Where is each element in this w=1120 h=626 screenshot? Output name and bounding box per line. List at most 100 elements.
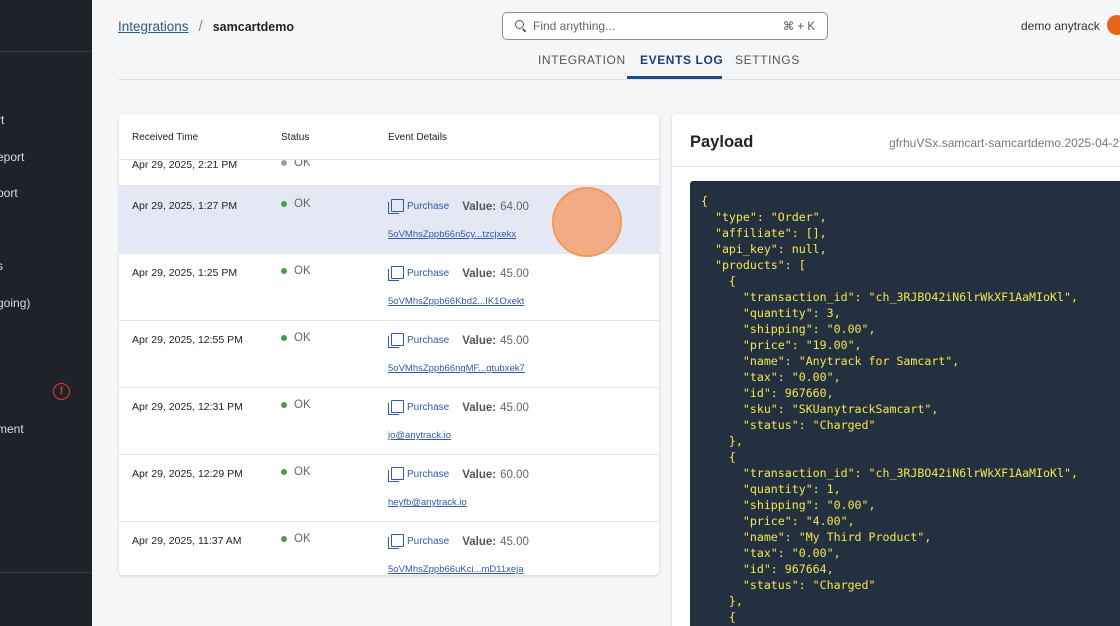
event-id-link[interactable]: 5oVMhsZppb66ngMF...gtubxek7 [388, 363, 525, 374]
event-value: 60.00 [500, 468, 529, 481]
table-header: Received Time Status Event Details [119, 114, 659, 160]
row-time: Apr 29, 2025, 12:55 PM [132, 334, 243, 346]
sidebar-item-3[interactable]: port [0, 186, 18, 200]
event-id-link[interactable]: 5oVMhsZppb66uKci...mD11xeja [388, 564, 524, 575]
copy-icon[interactable] [388, 333, 404, 348]
event-detail: Purchase Value: 45.00 [388, 400, 529, 415]
event-id-link[interactable]: 5oVMhsZppb66n5cy...tzcjxekx [388, 229, 516, 240]
row-status: OK [281, 332, 311, 344]
copy-icon[interactable] [388, 534, 404, 549]
sidebar: rt eport port s going) ! ment [0, 0, 92, 626]
copy-icon[interactable] [388, 199, 404, 214]
status-label: OK [294, 533, 311, 545]
avatar[interactable] [1107, 15, 1120, 35]
row-status: OK [281, 466, 311, 478]
event-name: Purchase [407, 536, 450, 547]
status-dot-icon [281, 201, 287, 207]
breadcrumb-integrations-link[interactable]: Integrations [118, 19, 189, 34]
payload-divider [672, 166, 1120, 167]
event-name: Purchase [407, 335, 450, 346]
sidebar-divider-bottom [0, 572, 92, 573]
copy-icon[interactable] [388, 400, 404, 415]
row-status: OK [281, 399, 311, 411]
event-detail: Purchase Value: 60.00 [388, 467, 529, 482]
table-row[interactable]: Apr 29, 2025, 2:21 PM OK [119, 160, 659, 186]
event-detail: Purchase Value: 45.00 [388, 534, 529, 549]
event-name: Purchase [407, 268, 450, 279]
payload-json-code[interactable]: { "type": "Order", "affiliate": [], "api… [690, 181, 1120, 626]
user-name[interactable]: demo anytrack [1021, 19, 1100, 33]
event-value: 45.00 [500, 334, 529, 347]
status-dot-icon [281, 402, 287, 408]
alert-icon: ! [53, 383, 70, 400]
value-label: Value: [462, 401, 497, 414]
breadcrumb: Integrations / samcartdemo [118, 18, 294, 35]
tab-integration[interactable]: INTEGRATION [538, 53, 626, 67]
search-placeholder: Find anything... [533, 19, 616, 33]
main-content: Integrations / samcartdemo Find anything… [92, 0, 1120, 626]
events-table: Received Time Status Event Details Apr 2… [119, 114, 659, 575]
event-id-link[interactable]: 5oVMhsZppb66Kbd2...IK1Oxekt [388, 296, 524, 307]
copy-icon[interactable] [388, 266, 404, 281]
row-time: Apr 29, 2025, 12:29 PM [132, 468, 243, 480]
event-id-link[interactable]: heyfb@anytrack.io [388, 497, 467, 508]
row-status: OK [281, 160, 311, 169]
row-time: Apr 29, 2025, 12:31 PM [132, 401, 243, 413]
event-detail: Purchase Value: 45.00 [388, 333, 529, 348]
sidebar-item-5[interactable]: going) [0, 296, 30, 310]
event-value: 64.00 [500, 200, 529, 213]
search-input[interactable]: Find anything... ⌘ + K [502, 12, 828, 40]
value-label: Value: [462, 200, 497, 213]
click-indicator [552, 187, 622, 257]
event-detail: Purchase Value: 64.00 [388, 199, 529, 214]
table-row[interactable]: Apr 29, 2025, 12:31 PM OK Purchase Value… [119, 388, 659, 455]
status-label: OK [294, 160, 311, 169]
payload-filename: gfrhuVSx.samcart-samcartdemo.2025-04-29T [889, 136, 1120, 150]
search-shortcut: ⌘ + K [782, 21, 815, 33]
column-header-received-time: Received Time [132, 132, 199, 143]
status-dot-icon [281, 268, 287, 274]
breadcrumb-current: samcartdemo [212, 19, 295, 34]
value-label: Value: [462, 535, 497, 548]
tab-bar: INTEGRATION EVENTS LOG SETTINGS [118, 42, 1120, 80]
event-name: Purchase [407, 469, 450, 480]
sidebar-divider [0, 51, 92, 52]
event-value: 45.00 [500, 267, 529, 280]
search-icon [515, 20, 527, 32]
row-status: OK [281, 533, 311, 545]
status-dot-icon [281, 536, 287, 542]
event-detail: Purchase Value: 45.00 [388, 266, 529, 281]
row-time: Apr 29, 2025, 1:27 PM [132, 200, 238, 212]
value-label: Value: [462, 468, 497, 481]
table-row[interactable]: Apr 29, 2025, 12:29 PM OK Purchase Value… [119, 455, 659, 522]
status-label: OK [294, 399, 311, 411]
active-tab-indicator [627, 76, 722, 79]
event-name: Purchase [407, 201, 450, 212]
breadcrumb-separator: / [198, 18, 203, 35]
table-row[interactable]: Apr 29, 2025, 12:55 PM OK Purchase Value… [119, 321, 659, 388]
table-row[interactable]: Apr 29, 2025, 11:37 AM OK Purchase Value… [119, 522, 659, 575]
sidebar-item-2[interactable]: eport [0, 150, 24, 164]
tab-settings[interactable]: SETTINGS [735, 53, 800, 67]
sidebar-item-1[interactable]: rt [0, 113, 4, 127]
sidebar-item-4[interactable]: s [0, 259, 3, 273]
payload-panel: Payload gfrhuVSx.samcart-samcartdemo.202… [672, 114, 1120, 626]
status-label: OK [294, 198, 311, 210]
status-dot-icon [281, 160, 287, 166]
status-dot-icon [281, 335, 287, 341]
row-time: Apr 29, 2025, 2:21 PM [132, 160, 238, 171]
column-header-event-details: Event Details [388, 132, 447, 143]
event-value: 45.00 [500, 535, 529, 548]
sidebar-item-6[interactable]: ment [0, 422, 24, 436]
status-label: OK [294, 466, 311, 478]
value-label: Value: [462, 334, 497, 347]
tab-events-log[interactable]: EVENTS LOG [640, 53, 723, 67]
copy-icon[interactable] [388, 467, 404, 482]
row-time: Apr 29, 2025, 1:25 PM [132, 267, 238, 279]
event-name: Purchase [407, 402, 450, 413]
event-id-link[interactable]: jo@anytrack.io [388, 430, 451, 441]
row-status: OK [281, 198, 311, 210]
value-label: Value: [462, 267, 497, 280]
column-header-status: Status [281, 132, 310, 143]
table-row[interactable]: Apr 29, 2025, 1:25 PM OK Purchase Value:… [119, 254, 659, 321]
